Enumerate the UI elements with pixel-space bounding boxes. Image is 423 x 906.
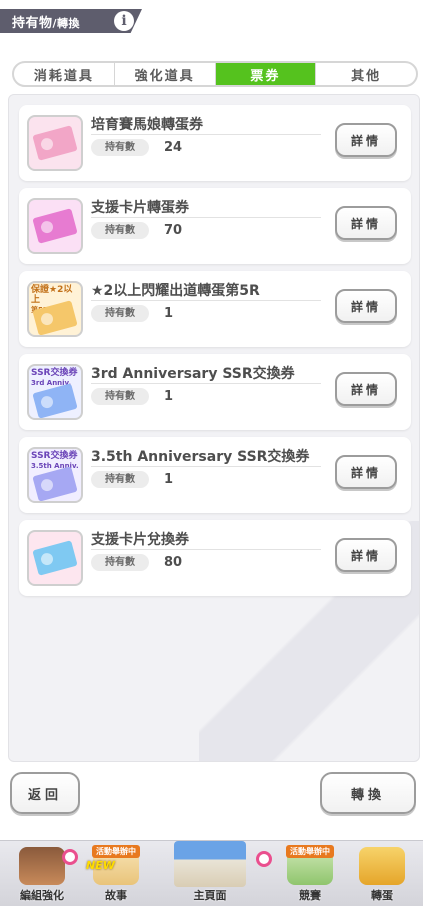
category-tabs: 消耗道具 強化道具 票券 其他: [12, 61, 418, 87]
nav-label: 競賽: [299, 889, 321, 902]
quantity-label: 持有數: [91, 305, 149, 322]
header: 持有物/轉換 i: [0, 0, 423, 40]
quantity-label: 持有數: [91, 388, 149, 405]
item-name: 培育賽馬娘轉蛋券: [91, 117, 203, 133]
item-thumbnail: SSR交換券 3.5th Anniv.: [27, 447, 83, 503]
heart-icon: [256, 851, 272, 867]
thumbnail-label-text: SSR交換券: [31, 368, 78, 378]
heart-icon: [62, 849, 78, 865]
character-portrait-icon: [19, 847, 65, 885]
page-title-sub: /轉換: [52, 17, 81, 30]
nav-item-story[interactable]: 活動舉辦中 NEW 故事: [82, 841, 150, 906]
quantity-value: 1: [164, 472, 174, 487]
tab-tickets[interactable]: 票券: [215, 63, 317, 85]
nav-label: 故事: [105, 889, 127, 902]
quantity-value: 70: [164, 223, 183, 238]
ticket-icon: [32, 540, 78, 576]
list-item: 支援卡片轉蛋券 持有數 70 詳情: [19, 188, 411, 264]
nav-item-race[interactable]: 活動舉辦中 競賽: [276, 841, 344, 906]
quantity-label: 持有數: [91, 554, 149, 571]
item-thumbnail: [27, 530, 83, 586]
divider: [91, 300, 321, 301]
back-button[interactable]: 返回: [10, 772, 80, 814]
detail-button[interactable]: 詳情: [335, 372, 397, 406]
divider: [91, 549, 321, 550]
list-item: SSR交換券 3.5th Anniv. 3.5th Anniversary SS…: [19, 437, 411, 513]
item-name: 3rd Anniversary SSR交換券: [91, 366, 295, 382]
gacha-icon: [359, 847, 405, 885]
item-list-panel[interactable]: 培育賽馬娘轉蛋券 持有數 24 詳情 支援卡片轉蛋券 持有數 70 詳情 保證★…: [8, 94, 420, 762]
detail-button[interactable]: 詳情: [335, 538, 397, 572]
convert-button[interactable]: 轉換: [320, 772, 416, 814]
item-name: 支援卡片轉蛋券: [91, 200, 189, 216]
ticket-icon: [32, 466, 78, 501]
nav-label: 編組強化: [20, 889, 64, 902]
tab-enhancement[interactable]: 強化道具: [115, 63, 216, 85]
list-item: 保證★2以上 第5R ★2以上閃耀出道轉蛋第5R 持有數 1 詳情: [19, 271, 411, 347]
tab-other[interactable]: 其他: [316, 63, 416, 85]
item-thumbnail: SSR交換券 3rd Anniv.: [27, 364, 83, 420]
divider: [91, 466, 321, 467]
nav-label: 轉蛋: [371, 889, 393, 902]
quantity-label: 持有數: [91, 222, 149, 239]
nav-item-gacha[interactable]: 轉蛋: [348, 841, 416, 906]
event-badge: 活動舉辦中: [92, 845, 140, 858]
item-thumbnail: 保證★2以上 第5R: [27, 281, 83, 337]
item-name: ★2以上閃耀出道轉蛋第5R: [91, 283, 260, 299]
ticket-icon: [32, 125, 78, 161]
thumbnail-label-text: SSR交換券: [31, 451, 78, 461]
quantity-value: 80: [164, 555, 183, 570]
quantity-value: 1: [164, 306, 174, 321]
quantity-label: 持有數: [91, 471, 149, 488]
home-building-icon: [174, 841, 246, 887]
page-title: 持有物/轉換: [12, 12, 80, 31]
divider: [91, 383, 321, 384]
bottom-navigation: 編組強化 活動舉辦中 NEW 故事 主頁面 活動舉辦中 競賽 轉蛋: [0, 840, 423, 906]
ticket-icon: [32, 383, 78, 418]
detail-button[interactable]: 詳情: [335, 455, 397, 489]
nav-item-team-enhance[interactable]: 編組強化: [8, 841, 78, 906]
list-item: 培育賽馬娘轉蛋券 持有數 24 詳情: [19, 105, 411, 181]
divider: [91, 217, 321, 218]
quantity-label: 持有數: [91, 139, 149, 156]
detail-button[interactable]: 詳情: [335, 123, 397, 157]
event-badge: 活動舉辦中: [286, 845, 334, 858]
detail-button[interactable]: 詳情: [335, 206, 397, 240]
list-item: 支援卡片兌換券 持有數 80 詳情: [19, 520, 411, 596]
list-item: SSR交換券 3rd Anniv. 3rd Anniversary SSR交換券…: [19, 354, 411, 430]
divider: [91, 134, 321, 135]
detail-button[interactable]: 詳情: [335, 289, 397, 323]
nav-item-home[interactable]: 主頁面: [160, 841, 272, 906]
ticket-icon: [32, 208, 78, 244]
tab-consumables[interactable]: 消耗道具: [14, 63, 115, 85]
nav-label: 主頁面: [193, 889, 227, 902]
new-badge: NEW: [86, 859, 115, 872]
info-icon[interactable]: i: [114, 11, 134, 31]
item-name: 3.5th Anniversary SSR交換券: [91, 449, 310, 465]
item-name: 支援卡片兌換券: [91, 532, 189, 548]
quantity-value: 1: [164, 389, 174, 404]
page-title-main: 持有物: [12, 16, 53, 31]
quantity-value: 24: [164, 140, 183, 155]
item-thumbnail: [27, 115, 83, 171]
item-thumbnail: [27, 198, 83, 254]
